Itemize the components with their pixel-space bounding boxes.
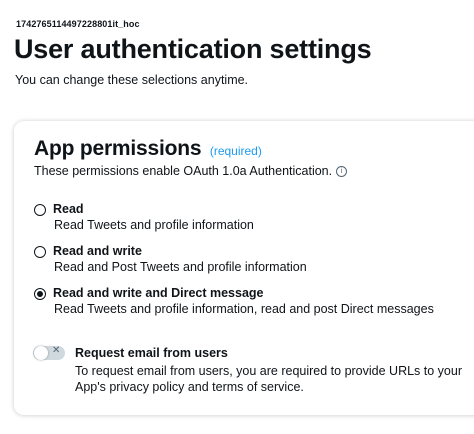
- section-description-text: These permissions enable OAuth 1.0a Auth…: [34, 164, 333, 178]
- close-icon: ✕: [52, 345, 61, 356]
- radio-read-write-dm[interactable]: [34, 288, 46, 300]
- section-header: App permissions (required): [34, 137, 262, 161]
- info-icon[interactable]: i: [336, 165, 348, 177]
- permissions-card: App permissions (required) These permiss…: [14, 121, 474, 415]
- request-email-description: To request email from users, you are req…: [75, 364, 462, 394]
- section-title: App permissions: [34, 137, 202, 160]
- option-read-write-dm-description: Read Tweets and profile information, rea…: [54, 302, 434, 316]
- radio-read[interactable]: [34, 204, 46, 216]
- required-tag: (required): [209, 144, 262, 158]
- radio-read-write[interactable]: [34, 246, 46, 258]
- page-title: User authentication settings: [14, 34, 372, 64]
- option-read-write-label: Read and write: [53, 244, 142, 258]
- section-description: These permissions enable OAuth 1.0a Auth…: [34, 164, 348, 178]
- option-read-description: Read Tweets and profile information: [54, 218, 254, 232]
- option-read-write-dm-label: Read and write and Direct message: [53, 286, 264, 300]
- toggle-knob: [34, 346, 48, 360]
- request-email-toggle[interactable]: ✕: [33, 345, 65, 360]
- option-read-label: Read: [53, 202, 84, 216]
- page-subtitle: You can change these selections anytime.: [15, 73, 249, 87]
- app-name: 1742765114497228801it_hoc: [16, 19, 140, 29]
- request-email-label: Request email from users: [75, 346, 228, 360]
- option-read-write-description: Read and Post Tweets and profile informa…: [54, 260, 307, 274]
